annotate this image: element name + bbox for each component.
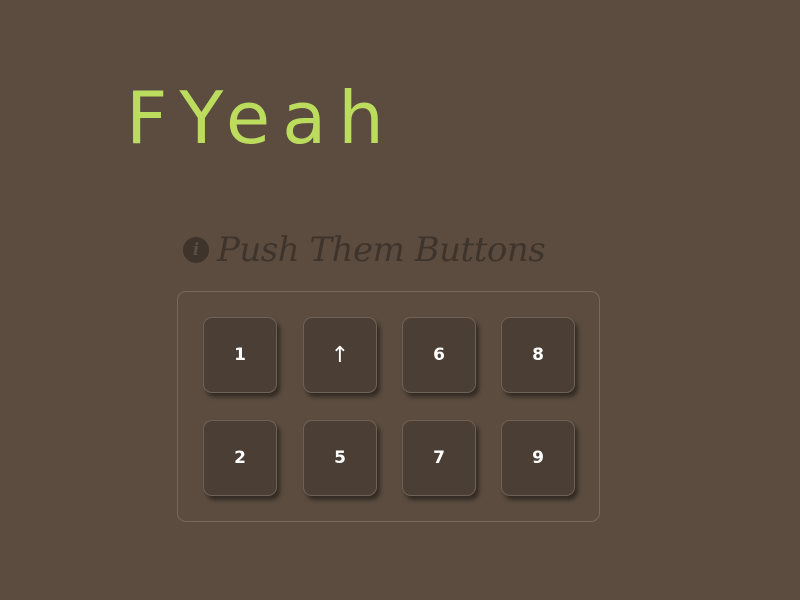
button-up-arrow[interactable]: ↑ [303,317,377,393]
button-5[interactable]: 5 [303,420,377,496]
button-1[interactable]: 1 [203,317,277,393]
section-header: i Push Them Buttons [183,230,546,270]
button-6[interactable]: 6 [402,317,476,393]
button-2[interactable]: 2 [203,420,277,496]
section-title: Push Them Buttons [217,230,546,270]
button-panel: 1 ↑ 6 8 2 5 7 9 [177,291,600,522]
button-7[interactable]: 7 [402,420,476,496]
button-9[interactable]: 9 [501,420,575,496]
info-icon: i [183,237,209,263]
app-title: FYeah [126,76,396,160]
button-8[interactable]: 8 [501,317,575,393]
